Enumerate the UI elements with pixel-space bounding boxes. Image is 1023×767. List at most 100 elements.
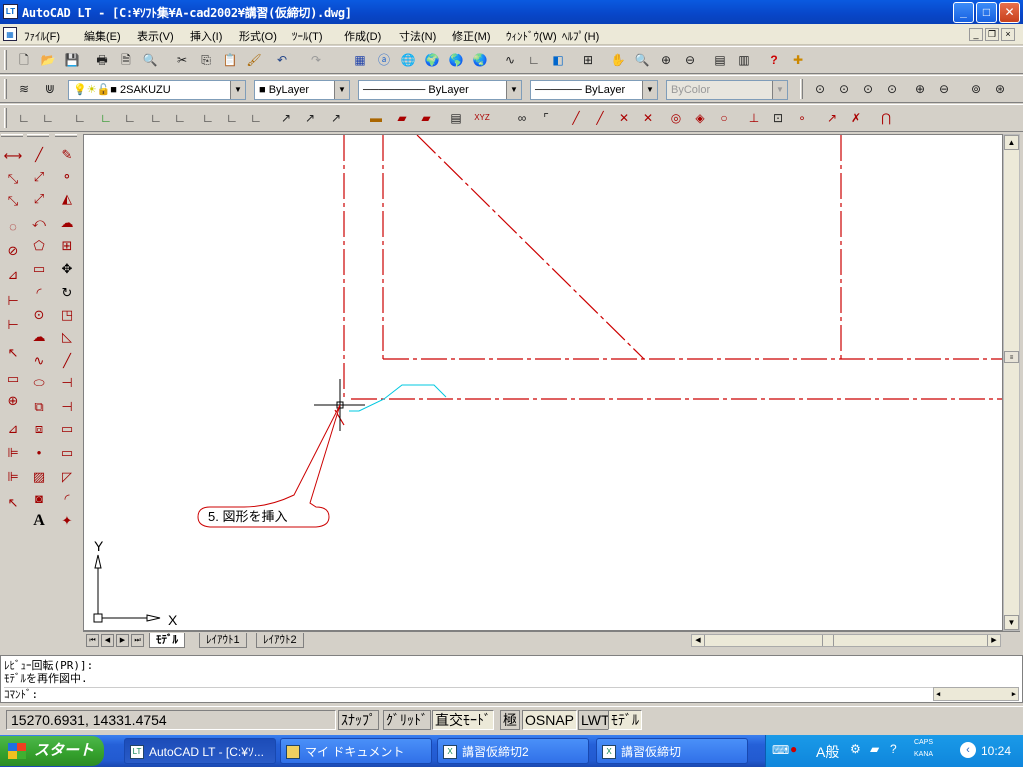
toolbar-grip[interactable] <box>800 79 803 99</box>
drawing-area[interactable]: 5. 図形を挿入 Y X <box>83 134 1003 631</box>
toolbar-grip[interactable] <box>4 79 7 99</box>
print-icon[interactable]: 🖶 <box>92 50 112 70</box>
ucs-previous-icon[interactable]: ∟ <box>38 108 58 128</box>
properties-icon[interactable]: ⓐ <box>374 50 394 70</box>
polyline-arc-icon[interactable]: ⤺ <box>28 212 50 234</box>
named-views-icon[interactable]: ⊞ <box>578 50 598 70</box>
zoom-previous-icon[interactable]: ⊖ <box>680 50 700 70</box>
menu-help[interactable]: ﾍﾙﾌﾟ(H) <box>562 28 599 44</box>
cut-icon[interactable]: ✂ <box>172 50 192 70</box>
dim-aligned-icon[interactable]: ⤡ <box>2 168 24 190</box>
dim-update-icon[interactable]: ▰ <box>416 108 436 128</box>
dim-angular-icon[interactable]: ⊿ <box>2 264 24 286</box>
first-tab-button[interactable]: ⏮ <box>86 634 99 647</box>
linetype-combo[interactable]: ──────── ByLayer ▼ <box>358 80 522 100</box>
lengthen-icon[interactable]: ╱ <box>56 350 78 372</box>
ucs-preset-icon[interactable]: ↗ <box>326 108 346 128</box>
menu-edit[interactable]: 編集(E) <box>84 28 121 44</box>
ellipse-icon[interactable]: ⬭ <box>28 372 50 394</box>
ime-mode[interactable]: A般 <box>816 742 839 762</box>
ime-pad-icon[interactable]: ● <box>790 742 797 756</box>
dim-diameter-icon[interactable]: ⊘ <box>2 240 24 262</box>
clock[interactable]: 10:24 <box>981 744 1011 758</box>
polar-toggle[interactable]: 極 <box>500 710 520 730</box>
arc-icon[interactable]: ◜ <box>28 282 50 304</box>
break-icon[interactable]: ▭ <box>56 418 78 440</box>
osnap-insert-icon[interactable]: ⊡ <box>768 108 788 128</box>
array-icon[interactable]: ⊞ <box>56 235 78 257</box>
toolbar-grip[interactable] <box>4 50 7 70</box>
redo-icon[interactable]: ↷ <box>306 50 326 70</box>
osnap-nearest-icon[interactable]: ↗ <box>822 108 842 128</box>
chevron-down-icon[interactable]: ▼ <box>772 81 787 99</box>
horizontal-scrollbar[interactable]: ◀ ▶ <box>691 634 1001 647</box>
hyperlink-icon[interactable]: 🌍 <box>422 50 442 70</box>
chevron-left-icon[interactable]: ‹ <box>960 742 976 758</box>
dictionary-icon[interactable]: ▰ <box>870 742 879 756</box>
toolbar-grip[interactable] <box>55 134 77 137</box>
next-tab-button[interactable]: ▶ <box>116 634 129 647</box>
zoom-window-icon[interactable]: ⊕ <box>656 50 676 70</box>
make-block-icon[interactable]: ⧈ <box>28 418 50 440</box>
chevron-down-icon[interactable]: ▼ <box>334 81 349 99</box>
zoom-out-icon[interactable]: ⊖ <box>934 79 954 99</box>
rectangle-icon[interactable]: ▭ <box>28 258 50 280</box>
osnap-perpendicular-icon[interactable]: ⊥ <box>744 108 764 128</box>
ucs-x-icon[interactable]: ∟ <box>198 108 218 128</box>
help-icon[interactable]: ? <box>764 50 784 70</box>
osnap-node-icon[interactable]: ∘ <box>792 108 812 128</box>
dim-linear-icon[interactable]: ⟷ <box>2 145 24 167</box>
chevron-down-icon[interactable]: ▼ <box>642 81 657 99</box>
doc-icon[interactable]: ▦ <box>3 27 17 41</box>
chevron-down-icon[interactable]: ▼ <box>506 81 521 99</box>
erase-icon[interactable]: ✎ <box>56 144 78 166</box>
last-tab-button[interactable]: ⏭ <box>131 634 144 647</box>
paste-icon[interactable]: 📋 <box>220 50 240 70</box>
scroll-right-button[interactable]: ▶ <box>987 635 1000 646</box>
dim-ordinate-icon[interactable]: ⤡ <box>2 190 24 212</box>
menu-modify[interactable]: 修正(M) <box>452 28 491 44</box>
tab-layout1[interactable]: ﾚｲｱｳﾄ1 <box>199 633 247 648</box>
leader-icon[interactable]: ↖ <box>2 342 24 364</box>
menu-view[interactable]: 表示(V) <box>137 28 174 44</box>
ucs-icon[interactable]: ∟ <box>524 50 544 70</box>
spline-icon[interactable]: ∿ <box>28 350 50 372</box>
polygon-icon[interactable]: ⬠ <box>28 235 50 257</box>
osnap-toggle[interactable]: OSNAP <box>522 710 578 730</box>
maximize-button[interactable]: □ <box>976 2 997 23</box>
osnap-tangent-icon[interactable]: ○ <box>714 108 734 128</box>
menu-format[interactable]: 形式(O) <box>239 28 277 44</box>
help-icon[interactable]: ? <box>890 742 897 756</box>
dim-continue-icon[interactable]: ⊢ <box>2 314 24 336</box>
grid-toggle[interactable]: ｸﾞﾘｯﾄﾞ <box>383 710 431 730</box>
osnap-midpoint-icon[interactable]: ╱ <box>590 108 610 128</box>
zoom-window-icon[interactable]: ⊙ <box>810 79 830 99</box>
ucs-view-icon[interactable]: ∟ <box>146 108 166 128</box>
tab-layout2[interactable]: ﾚｲｱｳﾄ2 <box>256 633 304 648</box>
menu-tools[interactable]: ﾂｰﾙ(T) <box>292 28 323 44</box>
ucs-3point-icon[interactable]: ∟ <box>170 108 190 128</box>
zoom-extents-icon[interactable]: ⊛ <box>990 79 1010 99</box>
copy-icon[interactable]: ⎘ <box>196 50 216 70</box>
dim-style-icon[interactable]: ↖ <box>2 492 24 514</box>
osnap-intersection-icon[interactable]: ✕ <box>614 108 634 128</box>
revcloud-icon[interactable]: ☁ <box>28 326 50 348</box>
minimize-button[interactable]: _ <box>953 2 974 23</box>
dim-style-icon[interactable]: ▰ <box>392 108 412 128</box>
start-button[interactable]: スタート <box>0 736 104 766</box>
zoom-scale-icon[interactable]: ⊙ <box>858 79 878 99</box>
osnap-none-icon[interactable]: ✗ <box>846 108 866 128</box>
menu-window[interactable]: ｳｨﾝﾄﾞｳ(W) <box>506 28 557 44</box>
dim-baseline-icon[interactable]: ⊢ <box>2 290 24 312</box>
zoom-dynamic-icon[interactable]: ⊙ <box>834 79 854 99</box>
layer-combo[interactable]: 💡☀🔓■ 2SAKUZU ▼ <box>68 80 246 100</box>
region-icon[interactable]: ◙ <box>28 488 50 510</box>
zoom-all-icon[interactable]: ⊚ <box>966 79 986 99</box>
open-icon[interactable]: 📂 <box>38 50 58 70</box>
command-window[interactable]: ﾚﾋﾞｭｰ回転(PR)]: ﾓﾃﾞﾙを再作図中. ｺﾏﾝﾄﾞ: ◀ ▶ <box>0 655 1023 703</box>
copy-object-icon[interactable]: ⚬ <box>56 166 78 188</box>
task-my-documents[interactable]: マイ ドキュメント <box>280 738 432 764</box>
online-icon[interactable]: 🌏 <box>470 50 490 70</box>
model-toggle[interactable]: ﾓﾃﾞﾙ <box>608 710 642 730</box>
ucs-named-icon[interactable]: ↗ <box>300 108 320 128</box>
